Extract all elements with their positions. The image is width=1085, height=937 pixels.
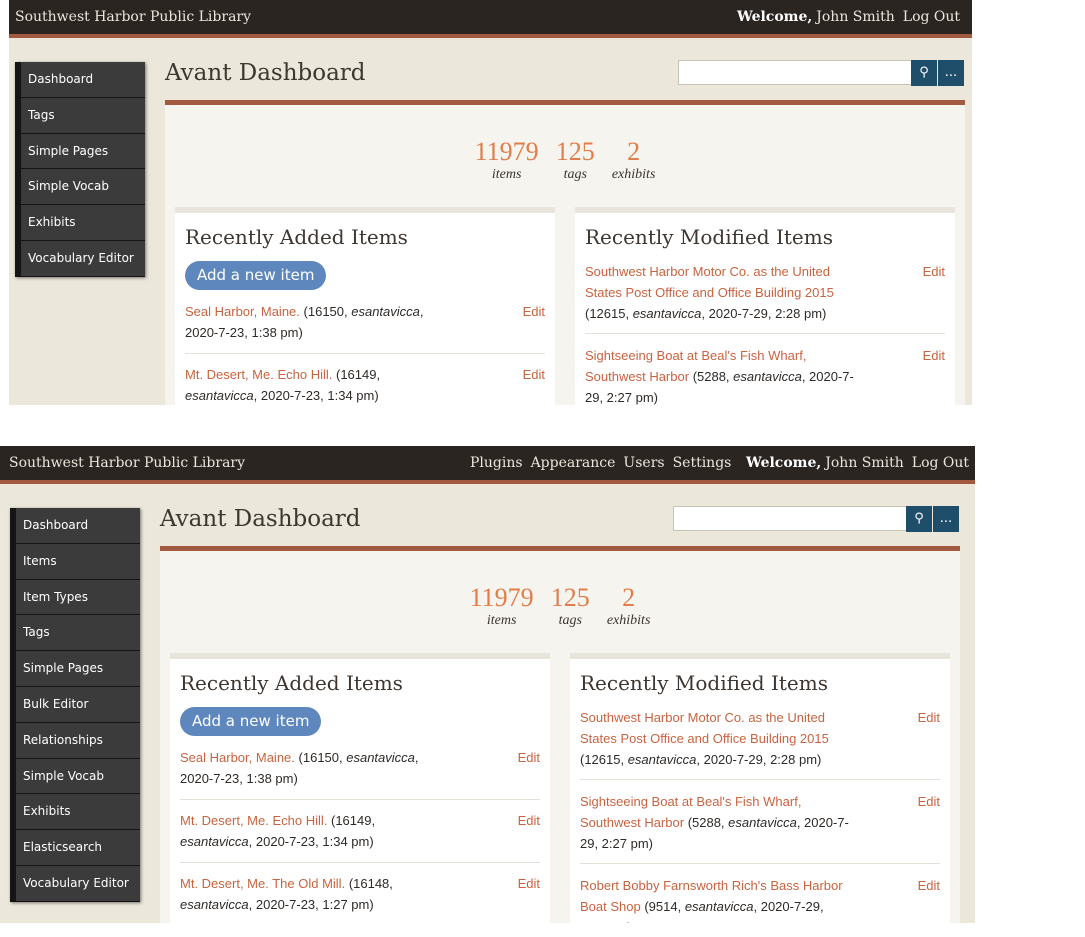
sidebar-item-bulk-editor[interactable]: Bulk Editor — [10, 686, 140, 723]
recently-added-card: Recently Added Items Add a new item Seal… — [175, 207, 555, 405]
sidebar-item-dashboard[interactable]: Dashboard — [15, 62, 145, 98]
sidebar-item-simple-pages[interactable]: Simple Pages — [10, 651, 140, 687]
admin-screenshot-1: Southwest Harbor Public Library Welcome,… — [9, 0, 972, 405]
dashboard-content: 11979 items 125 tags 2 exhibits Recently Ad… — [160, 546, 960, 923]
advanced-search-button[interactable]: ... — [938, 60, 964, 86]
stat-items[interactable]: 11979 items — [470, 583, 534, 629]
recently-modified-card: Recently Modified Items Southwest Harbor… — [575, 207, 955, 405]
search-input[interactable] — [673, 506, 908, 531]
stat-items[interactable]: 11979 items — [475, 137, 539, 183]
list-item: Sightseeing Boat at Beal's Fish Wharf, S… — [585, 345, 945, 405]
edit-link[interactable]: Edit — [918, 875, 940, 896]
site-title-link[interactable]: Southwest Harbor Public Library — [15, 9, 251, 25]
list-item: Southwest Harbor Motor Co. as the United… — [585, 261, 945, 334]
sidebar-item-elasticsearch[interactable]: Elasticsearch — [10, 830, 140, 866]
edit-link[interactable]: Edit — [518, 873, 540, 894]
item-title-link[interactable]: Southwest Harbor Motor Co. as the United… — [585, 264, 834, 300]
sidebar-nav: Dashboard Items Item Types Tags Simple P… — [10, 508, 140, 902]
sidebar-item-item-types[interactable]: Item Types — [10, 579, 140, 616]
welcome-label: Welcome, — [737, 9, 813, 25]
search-input[interactable] — [678, 60, 913, 85]
item-title-link[interactable]: Seal Harbor, Maine. — [180, 750, 295, 765]
stat-exhibits[interactable]: 2 exhibits — [612, 137, 656, 183]
search-icon: ⚲ — [914, 511, 924, 526]
sidebar-item-exhibits[interactable]: Exhibits — [10, 794, 140, 831]
welcome-label: Welcome, — [746, 455, 822, 471]
recently-added-card: Recently Added Items Add a new item Seal… — [170, 653, 550, 923]
add-new-item-button[interactable]: Add a new item — [180, 707, 322, 736]
logout-link[interactable]: Log Out — [903, 9, 960, 25]
list-item: Mt. Desert, Me. Echo Hill. (16149, esant… — [185, 364, 545, 405]
logout-link[interactable]: Log Out — [912, 455, 969, 471]
edit-link[interactable]: Edit — [918, 707, 940, 728]
nav-appearance[interactable]: Appearance — [531, 455, 616, 471]
user-name-link[interactable]: John Smith — [825, 455, 904, 471]
user-menu: Welcome, John Smith Log Out — [746, 455, 969, 471]
sidebar-item-relationships[interactable]: Relationships — [10, 722, 140, 759]
sidebar-item-simple-pages[interactable]: Simple Pages — [15, 133, 145, 170]
nav-users[interactable]: Users — [623, 455, 664, 471]
page-title: Avant Dashboard — [165, 60, 366, 86]
edit-link[interactable]: Edit — [523, 301, 545, 322]
recently-modified-card: Recently Modified Items Southwest Harbor… — [570, 653, 950, 923]
item-title-link[interactable]: Seal Harbor, Maine. — [185, 304, 300, 319]
sidebar-item-simple-vocab[interactable]: Simple Vocab — [10, 758, 140, 795]
list-item: Seal Harbor, Maine. (16150, esantavicca,… — [180, 747, 540, 800]
list-item: Seal Harbor, Maine. (16150, esantavicca,… — [185, 301, 545, 354]
sidebar-item-tags[interactable]: Tags — [15, 97, 145, 134]
site-title-link[interactable]: Southwest Harbor Public Library — [9, 455, 245, 471]
edit-link[interactable]: Edit — [518, 747, 540, 768]
nav-plugins[interactable]: Plugins — [470, 455, 523, 471]
search-button[interactable]: ⚲ — [906, 506, 932, 532]
edit-link[interactable]: Edit — [523, 364, 545, 385]
recently-added-title: Recently Added Items — [180, 671, 403, 695]
stats: 11979 items 125 tags 2 exhibits — [165, 137, 965, 183]
admin-screenshot-2: Southwest Harbor Public Library Plugins A… — [0, 446, 975, 923]
search-icon: ⚲ — [919, 65, 929, 80]
stat-tags[interactable]: 125 tags — [556, 137, 595, 183]
list-item: Robert Bobby Farnsworth Rich's Bass Harb… — [580, 875, 940, 923]
list-item: Mt. Desert, Me. The Old Mill. (16148, es… — [180, 873, 540, 923]
sidebar-item-items[interactable]: Items — [10, 543, 140, 580]
search-button[interactable]: ⚲ — [911, 60, 937, 86]
sidebar-nav: Dashboard Tags Simple Pages Simple Vocab… — [15, 62, 145, 277]
edit-link[interactable]: Edit — [923, 261, 945, 282]
edit-link[interactable]: Edit — [518, 810, 540, 831]
sidebar-item-vocabulary-editor[interactable]: Vocabulary Editor — [15, 240, 145, 277]
stats: 11979 items 125 tags 2 exhibits — [160, 583, 960, 629]
dashboard-content: 11979 items 125 tags 2 exhibits Recently Ad… — [165, 100, 965, 405]
sidebar-item-dashboard[interactable]: Dashboard — [10, 508, 140, 544]
list-item: Mt. Desert, Me. Echo Hill. (16149, esant… — [180, 810, 540, 863]
recently-modified-title: Recently Modified Items — [585, 225, 833, 249]
nav-settings[interactable]: Settings — [673, 455, 732, 471]
sidebar-item-exhibits[interactable]: Exhibits — [15, 205, 145, 241]
list-item: Southwest Harbor Motor Co. as the United… — [580, 707, 940, 780]
page-title: Avant Dashboard — [160, 506, 361, 532]
admin-nav: Plugins Appearance Users Settings — [470, 455, 731, 471]
sidebar-item-tags[interactable]: Tags — [10, 615, 140, 652]
item-title-link[interactable]: Southwest Harbor Motor Co. as the United… — [580, 710, 829, 746]
item-title-link[interactable]: Mt. Desert, Me. Echo Hill. — [185, 367, 332, 382]
add-new-item-button[interactable]: Add a new item — [185, 261, 327, 290]
item-title-link[interactable]: Mt. Desert, Me. The Old Mill. — [180, 876, 345, 891]
top-bar: Southwest Harbor Public Library Welcome,… — [9, 0, 972, 38]
stat-tags[interactable]: 125 tags — [551, 583, 590, 629]
top-bar: Southwest Harbor Public Library Plugins A… — [0, 446, 975, 484]
sidebar-item-vocabulary-editor[interactable]: Vocabulary Editor — [10, 865, 140, 902]
stat-exhibits[interactable]: 2 exhibits — [607, 583, 651, 629]
sidebar-item-simple-vocab[interactable]: Simple Vocab — [15, 169, 145, 206]
user-name-link[interactable]: John Smith — [816, 9, 895, 25]
edit-link[interactable]: Edit — [923, 345, 945, 366]
recently-added-title: Recently Added Items — [185, 225, 408, 249]
user-menu: Welcome, John Smith Log Out — [729, 9, 960, 25]
advanced-search-button[interactable]: ... — [933, 506, 959, 532]
list-item: Sightseeing Boat at Beal's Fish Wharf, S… — [580, 791, 940, 864]
edit-link[interactable]: Edit — [918, 791, 940, 812]
recently-modified-title: Recently Modified Items — [580, 671, 828, 695]
item-title-link[interactable]: Mt. Desert, Me. Echo Hill. — [180, 813, 327, 828]
